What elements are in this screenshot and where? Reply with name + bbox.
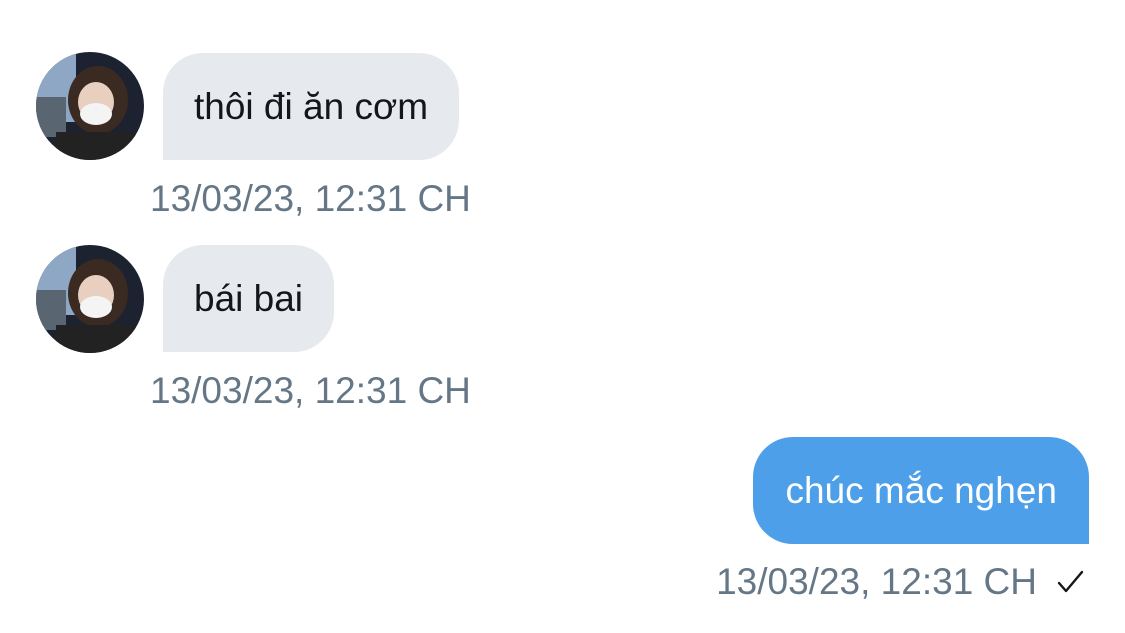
message-bubble-outgoing[interactable]: chúc mắc nghẹn [753, 437, 1089, 544]
message-timestamp: 13/03/23, 12:31 CH [150, 178, 471, 219]
message-bubble-incoming[interactable]: thôi đi ăn cơm [163, 53, 460, 160]
message-timestamp: 13/03/23, 12:31 CH [150, 370, 471, 411]
message-text: bái bai [194, 278, 304, 319]
avatar[interactable] [36, 52, 144, 160]
message-text: chúc mắc nghẹn [785, 470, 1057, 511]
message-timestamp: 13/03/23, 12:31 CH [716, 561, 1037, 602]
checkmark-icon [1055, 567, 1085, 597]
message-meta: 13/03/23, 12:31 CH [716, 560, 1085, 604]
message-bubble-incoming[interactable]: bái bai [163, 245, 335, 352]
avatar[interactable] [36, 245, 144, 353]
message-text: thôi đi ăn cơm [194, 86, 429, 127]
avatar-photo-icon [36, 245, 144, 353]
avatar-photo-icon [36, 52, 144, 160]
